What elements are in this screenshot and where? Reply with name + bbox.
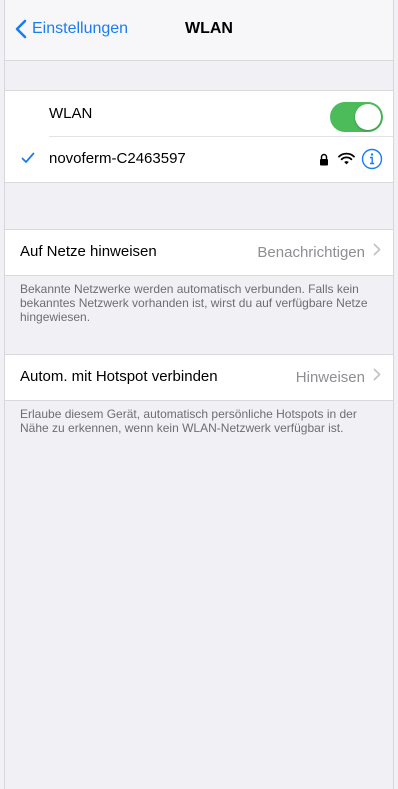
hotspot-row[interactable]: Autom. mit Hotspot verbinden Hinweisen	[5, 354, 393, 401]
settings-screen: Einstellungen WLAN WLAN novoferm-C246359…	[4, 0, 394, 789]
hotspot-value[interactable]: Hinweisen	[296, 368, 381, 386]
toggle-knob	[355, 104, 381, 130]
ask-to-join-row[interactable]: Auf Netze hinweisen Benachrichtigen	[5, 229, 393, 276]
wlan-label: WLAN	[49, 105, 93, 122]
ask-to-join-value[interactable]: Benachrichtigen	[257, 243, 381, 261]
chevron-right-icon	[373, 368, 381, 386]
hotspot-footnote: Erlaube diesem Gerät, automatisch persön…	[20, 407, 357, 435]
checkmark-icon	[21, 149, 35, 170]
wlan-toggle[interactable]	[330, 102, 383, 132]
hotspot-value-text: Hinweisen	[295, 368, 365, 386]
network-row[interactable]: novoferm-C2463597	[5, 137, 393, 182]
wifi-icon	[338, 152, 355, 170]
hotspot-label: Autom. mit Hotspot verbinden	[20, 368, 218, 385]
wlan-group: WLAN novoferm-C2463597	[5, 90, 393, 183]
navigation-bar: Einstellungen WLAN	[5, 0, 393, 61]
page-title: WLAN	[185, 20, 233, 37]
lock-icon	[319, 153, 329, 171]
ask-to-join-footnote: Bekannte Netzwerke werden automatisch ve…	[20, 282, 368, 324]
ask-to-join-label: Auf Netze hinweisen	[20, 243, 157, 260]
info-icon[interactable]	[361, 148, 383, 175]
chevron-right-icon	[373, 243, 381, 261]
network-name: novoferm-C2463597	[49, 150, 186, 167]
ask-to-join-value-text: Benachrichtigen	[257, 243, 365, 261]
